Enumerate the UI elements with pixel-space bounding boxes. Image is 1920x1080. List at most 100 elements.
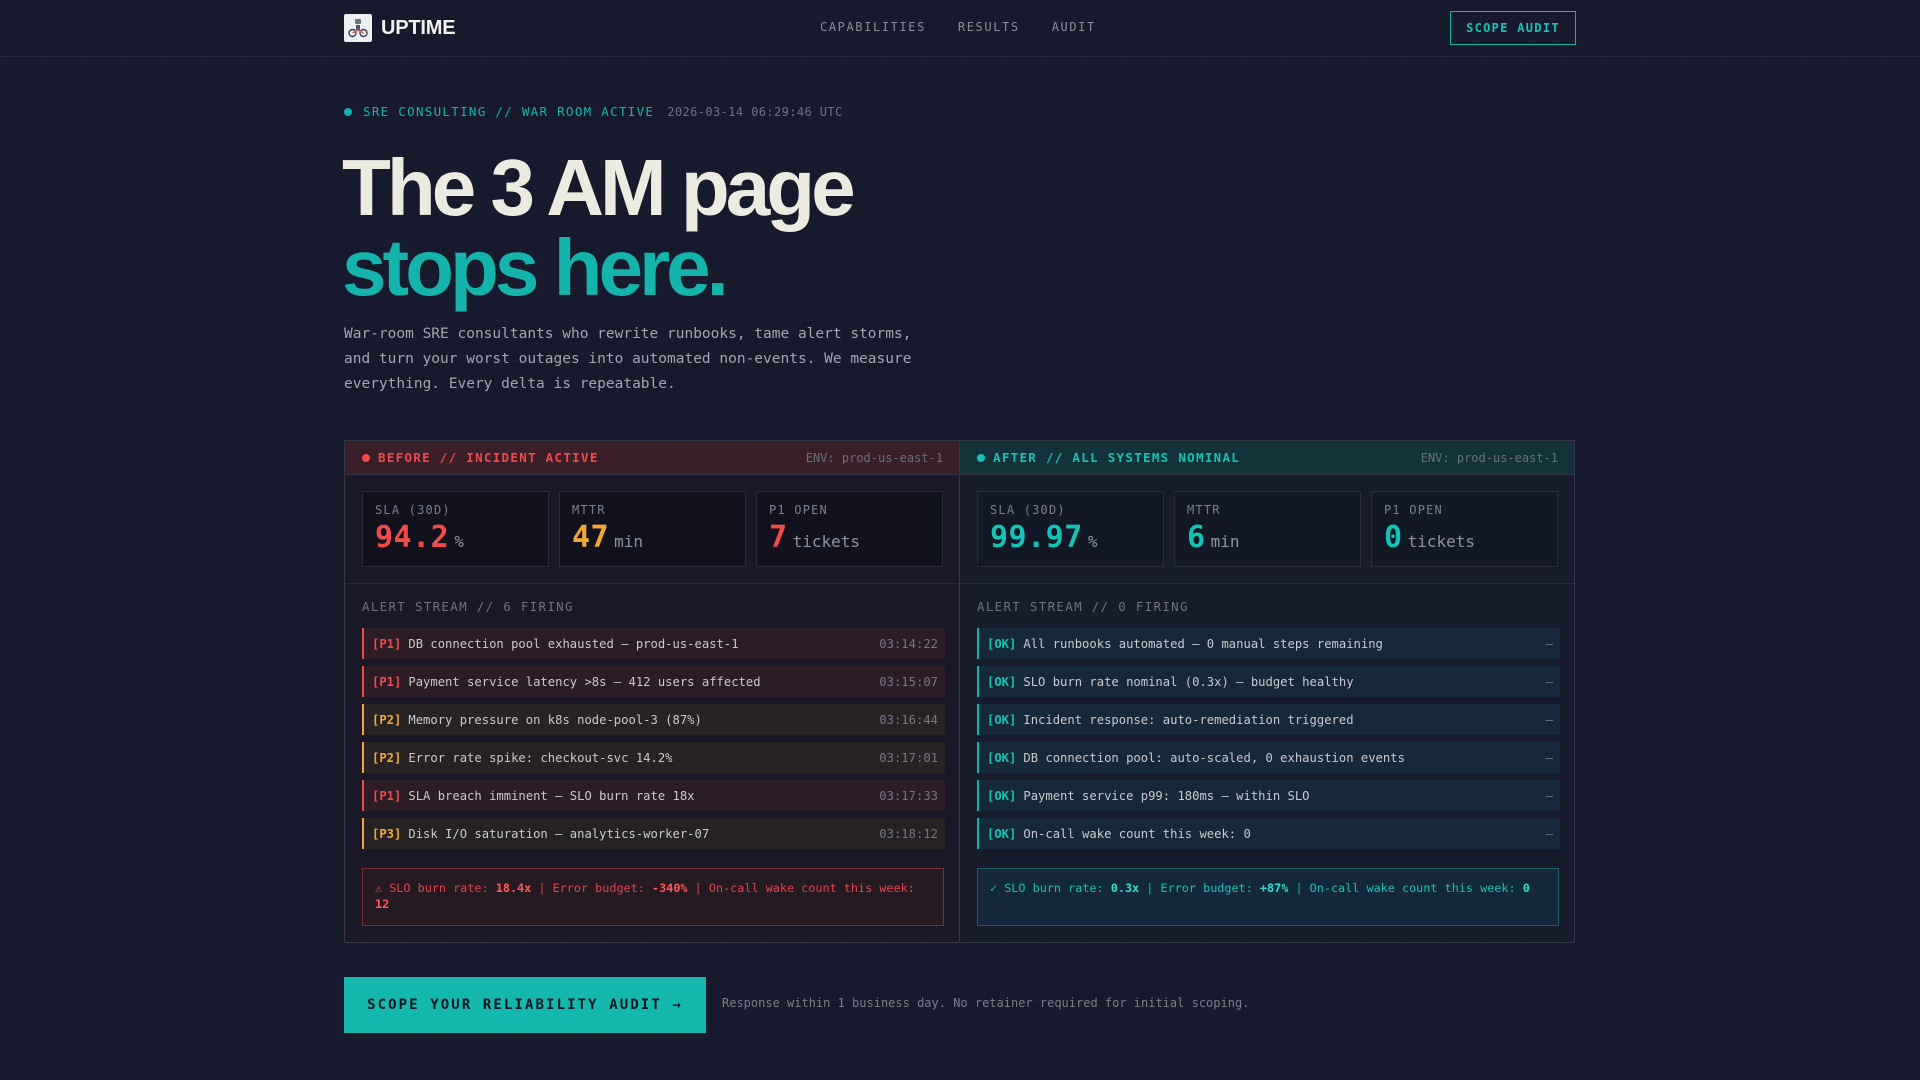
alert-item[interactable]: [P3] Disk I/O saturation — analytics-wor… xyxy=(362,818,945,849)
alert-text: DB connection pool exhausted — prod-us-e… xyxy=(408,636,739,651)
top-nav: UPTIME CAPABILITIES RESULTS AUDIT SCOPE … xyxy=(0,0,1920,57)
metric-value: 6 xyxy=(1187,520,1206,555)
alert-text: Disk I/O saturation — analytics-worker-0… xyxy=(408,826,710,841)
alert-text: Payment service p99: 180ms — within SLO xyxy=(1023,788,1310,803)
metric-label: MTTR xyxy=(1187,503,1221,517)
status-line: SRE CONSULTING // WAR ROOM ACTIVE 2026-0… xyxy=(344,104,843,119)
after-panel-title: AFTER // ALL SYSTEMS NOMINAL xyxy=(993,450,1241,465)
before-summary: ⚠ SLO burn rate: 18.4x | Error budget: -… xyxy=(362,868,944,926)
metric-card-sla: SLA (30D) 94.2 % xyxy=(362,491,549,567)
metric-label: MTTR xyxy=(572,503,606,517)
env-label: ENV: prod-us-east-1 xyxy=(1420,450,1558,465)
nav-link-audit[interactable]: AUDIT xyxy=(1052,20,1096,34)
alert-status: [OK] xyxy=(987,826,1017,841)
summary-burn-label: ⚠ SLO burn rate: xyxy=(375,881,496,895)
alert-time: — xyxy=(1545,788,1553,803)
nav-link-capabilities[interactable]: CAPABILITIES xyxy=(820,20,926,34)
robot-bike-icon xyxy=(344,14,372,42)
metric-unit: tickets xyxy=(792,532,860,551)
brand-logo[interactable]: UPTIME xyxy=(344,14,456,42)
metric-unit: % xyxy=(1087,532,1098,551)
metric-unit: tickets xyxy=(1407,532,1475,551)
alert-item[interactable]: [OK] Payment service p99: 180ms — within… xyxy=(977,780,1560,811)
metric-label: SLA (30D) xyxy=(375,503,451,517)
metric-label: SLA (30D) xyxy=(990,503,1066,517)
after-summary: ✓ SLO burn rate: 0.3x | Error budget: +8… xyxy=(977,868,1559,926)
alert-item[interactable]: [OK] All runbooks automated — 0 manual s… xyxy=(977,628,1560,659)
metric-card-sla: SLA (30D) 99.97 % xyxy=(977,491,1164,567)
alert-time: 03:17:33 xyxy=(879,788,938,803)
summary-budget-label: | Error budget: xyxy=(1139,881,1260,895)
nav-links: CAPABILITIES RESULTS AUDIT xyxy=(820,20,1096,34)
alert-text: DB connection pool: auto-scaled, 0 exhau… xyxy=(1023,750,1405,765)
metric-label: P1 OPEN xyxy=(1384,503,1443,517)
after-alert-list: [OK] All runbooks automated — 0 manual s… xyxy=(960,628,1574,849)
status-timestamp: 2026-03-14 06:29:46 UTC xyxy=(667,104,843,119)
env-label: ENV: prod-us-east-1 xyxy=(805,450,943,465)
metric-card-mttr: MTTR 6 min xyxy=(1174,491,1361,567)
nav-link-results[interactable]: RESULTS xyxy=(958,20,1020,34)
alert-item[interactable]: [P1] Payment service latency >8s — 412 u… xyxy=(362,666,945,697)
alert-text: SLO burn rate nominal (0.3x) — budget he… xyxy=(1023,674,1354,689)
alert-item[interactable]: [P2] Error rate spike: checkout-svc 14.2… xyxy=(362,742,945,773)
alert-item[interactable]: [OK] On-call wake count this week: 0 — xyxy=(977,818,1560,849)
metric-unit: % xyxy=(454,532,464,551)
alert-status: [OK] xyxy=(987,674,1017,689)
alert-priority: [P1] xyxy=(372,636,402,651)
summary-budget-label: | Error budget: xyxy=(531,881,653,895)
status-label: SRE CONSULTING // WAR ROOM ACTIVE xyxy=(363,104,655,119)
metric-value: 99.97 xyxy=(990,520,1083,555)
alert-time: 03:14:22 xyxy=(879,636,938,651)
alert-item[interactable]: [P2] Memory pressure on k8s node-pool-3 … xyxy=(362,704,945,735)
status-dot xyxy=(344,107,352,116)
alert-item[interactable]: [P1] SLA breach imminent — SLO burn rate… xyxy=(362,780,945,811)
summary-wake-label: | On-call wake count this week: xyxy=(687,881,915,895)
summary-burn-label: ✓ SLO burn rate: xyxy=(990,881,1111,895)
summary-wake-count: 12 xyxy=(375,897,390,911)
headline-line-1: The 3 AM page xyxy=(342,143,856,232)
metric-unit: min xyxy=(1210,532,1240,551)
summary-error-budget: -340% xyxy=(652,881,688,895)
alert-text: Memory pressure on k8s node-pool-3 (87%) xyxy=(408,712,702,727)
before-panel-header: BEFORE // INCIDENT ACTIVE ENV: prod-us-e… xyxy=(345,441,959,475)
alert-time: — xyxy=(1545,750,1553,765)
alert-text: Incident response: auto-remediation trig… xyxy=(1023,712,1354,727)
alert-time: 03:15:07 xyxy=(879,674,938,689)
metric-card-p1-open: P1 OPEN 0 tickets xyxy=(1371,491,1558,567)
metric-label: P1 OPEN xyxy=(769,503,828,517)
alert-time: 03:18:12 xyxy=(879,826,938,841)
before-metrics: SLA (30D) 94.2 % MTTR 47 min P1 OPEN 7 t… xyxy=(345,475,959,584)
nominal-dot xyxy=(977,453,985,462)
alert-status: [OK] xyxy=(987,712,1017,727)
alert-time: 03:16:44 xyxy=(879,712,938,727)
alert-item[interactable]: [P1] DB connection pool exhausted — prod… xyxy=(362,628,945,659)
alert-priority: [P2] xyxy=(372,750,402,765)
alert-stream-label: ALERT STREAM // 6 FIRING xyxy=(362,599,574,614)
scope-audit-button[interactable]: SCOPE AUDIT xyxy=(1450,11,1576,45)
summary-wake-count: 0 xyxy=(1522,881,1530,895)
after-panel-header: AFTER // ALL SYSTEMS NOMINAL ENV: prod-u… xyxy=(960,441,1574,475)
hero-headline: The 3 AM page stops here. xyxy=(342,143,856,308)
metric-value: 0 xyxy=(1384,520,1403,555)
alert-text: SLA breach imminent — SLO burn rate 18x xyxy=(408,788,695,803)
summary-burn-rate: 18.4x xyxy=(495,881,532,895)
alert-item[interactable]: [OK] DB connection pool: auto-scaled, 0 … xyxy=(977,742,1560,773)
before-panel: BEFORE // INCIDENT ACTIVE ENV: prod-us-e… xyxy=(345,441,960,942)
alert-item[interactable]: [OK] Incident response: auto-remediation… xyxy=(977,704,1560,735)
alert-priority: [P3] xyxy=(372,826,402,841)
alert-priority: [P2] xyxy=(372,712,402,727)
after-metrics: SLA (30D) 99.97 % MTTR 6 min P1 OPEN 0 t… xyxy=(960,475,1574,584)
before-panel-title: BEFORE // INCIDENT ACTIVE xyxy=(378,450,599,465)
cta-note: Response within 1 business day. No retai… xyxy=(722,996,1250,1010)
alert-text: All runbooks automated — 0 manual steps … xyxy=(1023,636,1383,651)
metric-value: 7 xyxy=(769,520,788,555)
alert-item[interactable]: [OK] SLO burn rate nominal (0.3x) — budg… xyxy=(977,666,1560,697)
summary-wake-label: | On-call wake count this week: xyxy=(1288,881,1523,895)
metric-value: 47 xyxy=(572,520,610,555)
alert-priority: [P1] xyxy=(372,674,402,689)
brand-name: UPTIME xyxy=(381,16,456,39)
scope-reliability-audit-button[interactable]: SCOPE YOUR RELIABILITY AUDIT → xyxy=(344,977,706,1033)
incident-dot xyxy=(362,453,370,462)
after-panel: AFTER // ALL SYSTEMS NOMINAL ENV: prod-u… xyxy=(960,441,1574,942)
before-alert-list: [P1] DB connection pool exhausted — prod… xyxy=(345,628,959,849)
